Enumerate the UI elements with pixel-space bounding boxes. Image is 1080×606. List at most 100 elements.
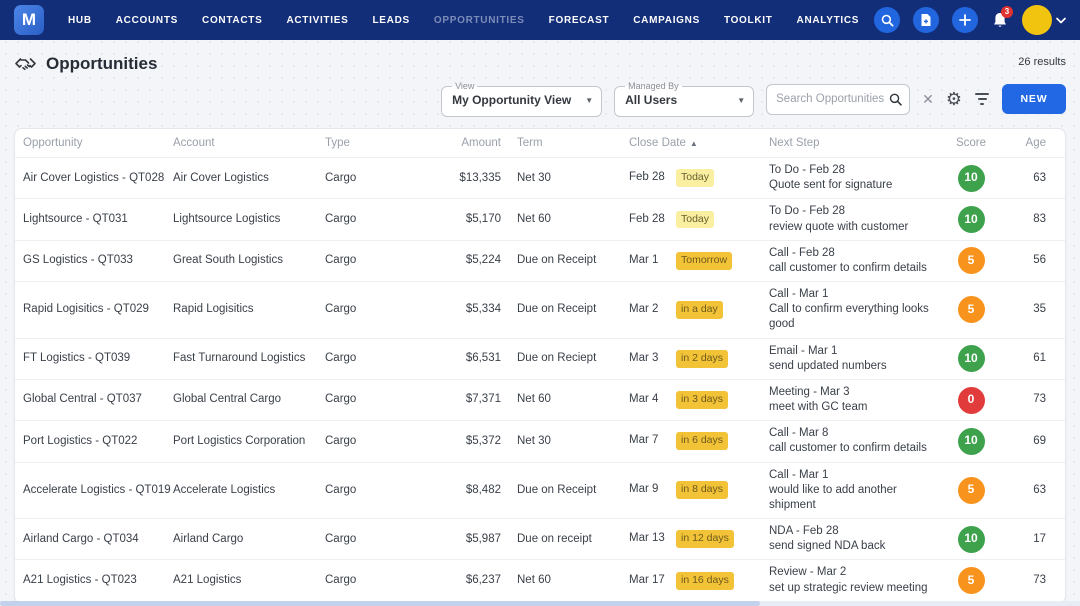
- term-cell: Net 30: [517, 171, 629, 186]
- managed-by-select-value: All Users: [625, 93, 677, 107]
- col-header-opportunity[interactable]: Opportunity: [23, 137, 173, 149]
- add-new-button[interactable]: [952, 7, 978, 33]
- account-cell: A21 Logistics: [173, 573, 325, 588]
- opportunity-cell[interactable]: Air Cover Logistics - QT028: [23, 171, 173, 186]
- type-cell: Cargo: [325, 212, 437, 227]
- next-step-cell: Call - Mar 1 Call to confirm everything …: [769, 287, 939, 333]
- gear-icon[interactable]: ⚙: [946, 90, 962, 108]
- close-date-value: Mar 7: [629, 433, 676, 448]
- score-badge[interactable]: 5: [958, 296, 985, 323]
- close-date-badge: Tomorrow: [676, 252, 732, 270]
- top-nav: M HUB ACCOUNTS CONTACTS ACTIVITIES LEADS…: [0, 0, 1080, 40]
- opportunities-table: Opportunity Account Type Amount Term Clo…: [14, 128, 1066, 604]
- score-badge[interactable]: 5: [958, 567, 985, 594]
- table-row[interactable]: Airland Cargo - QT034 Airland Cargo Carg…: [15, 518, 1065, 559]
- score-badge[interactable]: 10: [958, 165, 985, 192]
- opportunity-cell[interactable]: Airland Cargo - QT034: [23, 532, 173, 547]
- table-row[interactable]: GS Logistics - QT033 Great South Logisti…: [15, 240, 1065, 281]
- next-step-title: Call - Mar 1: [769, 287, 939, 302]
- table-row[interactable]: Global Central - QT037 Global Central Ca…: [15, 379, 1065, 420]
- next-step-cell: Review - Mar 2 set up strategic review m…: [769, 565, 939, 595]
- scrollbar-thumb[interactable]: [0, 601, 760, 606]
- nav-item-leads[interactable]: LEADS: [372, 15, 409, 26]
- opportunity-cell[interactable]: Rapid Logisitics - QT029: [23, 302, 173, 317]
- notification-count-badge: 3: [1001, 6, 1013, 18]
- age-cell: 17: [1003, 532, 1059, 547]
- table-header-row: Opportunity Account Type Amount Term Clo…: [15, 129, 1065, 158]
- user-menu[interactable]: [1022, 5, 1066, 35]
- type-cell: Cargo: [325, 532, 437, 547]
- app-logo[interactable]: M: [14, 5, 44, 35]
- opportunity-cell[interactable]: Lightsource - QT031: [23, 212, 173, 227]
- table-body: Air Cover Logistics - QT028 Air Cover Lo…: [15, 158, 1065, 604]
- table-row[interactable]: FT Logistics - QT039 Fast Turnaround Log…: [15, 338, 1065, 379]
- account-cell: Great South Logistics: [173, 253, 325, 268]
- score-cell: 10: [939, 206, 1003, 233]
- amount-cell: $6,531: [437, 351, 517, 366]
- new-opportunity-button[interactable]: NEW: [1002, 84, 1066, 114]
- col-header-account[interactable]: Account: [173, 137, 325, 149]
- table-row[interactable]: Air Cover Logistics - QT028 Air Cover Lo…: [15, 158, 1065, 198]
- table-row[interactable]: A21 Logistics - QT023 A21 Logistics Carg…: [15, 559, 1065, 600]
- search-input[interactable]: [776, 93, 889, 105]
- next-step-title: To Do - Feb 28: [769, 204, 939, 219]
- new-document-button[interactable]: [913, 7, 939, 33]
- managed-by-select[interactable]: Managed By All Users ▼: [614, 81, 754, 117]
- col-header-type[interactable]: Type: [325, 137, 437, 149]
- clear-search-icon[interactable]: ✕: [922, 92, 934, 106]
- score-badge[interactable]: 10: [958, 345, 985, 372]
- view-select[interactable]: View My Opportunity View ▼: [441, 81, 602, 117]
- close-date-cell: Mar 13in 12 days: [629, 530, 769, 548]
- col-header-amount[interactable]: Amount: [437, 137, 517, 149]
- score-badge[interactable]: 5: [958, 477, 985, 504]
- score-badge[interactable]: 0: [958, 387, 985, 414]
- score-badge[interactable]: 10: [958, 526, 985, 553]
- term-cell: Due on receipt: [517, 532, 629, 547]
- col-header-close-date[interactable]: Close Date▲: [629, 137, 769, 149]
- opportunity-cell[interactable]: Port Logistics - QT022: [23, 434, 173, 449]
- opportunity-cell[interactable]: GS Logistics - QT033: [23, 253, 173, 268]
- close-date-value: Mar 2: [629, 302, 676, 317]
- nav-item-forecast[interactable]: FORECAST: [549, 15, 610, 26]
- opportunity-cell[interactable]: A21 Logistics - QT023: [23, 573, 173, 588]
- nav-item-contacts[interactable]: CONTACTS: [202, 15, 262, 26]
- col-header-age[interactable]: Age: [1003, 137, 1059, 149]
- next-step-title: Meeting - Mar 3: [769, 385, 939, 400]
- score-badge[interactable]: 5: [958, 247, 985, 274]
- opportunity-cell[interactable]: Global Central - QT037: [23, 392, 173, 407]
- view-select-value: My Opportunity View: [452, 93, 571, 107]
- nav-item-hub[interactable]: HUB: [68, 15, 92, 26]
- table-row[interactable]: Port Logistics - QT022 Port Logistics Co…: [15, 420, 1065, 461]
- score-badge[interactable]: 10: [958, 428, 985, 455]
- nav-item-opportunities[interactable]: OPPORTUNITIES: [434, 15, 525, 26]
- term-cell: Net 30: [517, 434, 629, 449]
- score-badge[interactable]: 10: [958, 206, 985, 233]
- nav-item-campaigns[interactable]: CAMPAIGNS: [633, 15, 700, 26]
- col-header-term[interactable]: Term: [517, 137, 629, 149]
- close-date-badge: in 16 days: [676, 572, 734, 590]
- table-row[interactable]: Lightsource - QT031 Lightsource Logistic…: [15, 198, 1065, 239]
- score-cell: 10: [939, 345, 1003, 372]
- next-step-note: review quote with customer: [769, 220, 939, 235]
- next-step-title: Call - Mar 8: [769, 426, 939, 441]
- nav-item-activities[interactable]: ACTIVITIES: [286, 15, 348, 26]
- global-search-button[interactable]: [874, 7, 900, 33]
- nav-item-analytics[interactable]: ANALYTICS: [797, 15, 860, 26]
- table-row[interactable]: Rapid Logisitics - QT029 Rapid Logisitic…: [15, 281, 1065, 338]
- nav-item-accounts[interactable]: ACCOUNTS: [116, 15, 178, 26]
- notifications-button[interactable]: 3: [991, 11, 1009, 30]
- table-row[interactable]: Accelerate Logistics - QT019 Accelerate …: [15, 462, 1065, 519]
- age-cell: 63: [1003, 483, 1059, 498]
- nav-item-toolkit[interactable]: TOOLKIT: [724, 15, 773, 26]
- nav-menu: HUB ACCOUNTS CONTACTS ACTIVITIES LEADS O…: [68, 15, 859, 26]
- opportunity-cell[interactable]: Accelerate Logistics - QT019: [23, 483, 173, 498]
- col-header-score[interactable]: Score: [939, 137, 1003, 149]
- controls-bar: View My Opportunity View ▼ Managed By Al…: [0, 80, 1080, 118]
- col-header-next-step[interactable]: Next Step: [769, 137, 939, 149]
- next-step-cell: Call - Mar 8 call customer to confirm de…: [769, 426, 939, 456]
- close-date-value: Mar 9: [629, 482, 676, 497]
- horizontal-scrollbar[interactable]: [0, 601, 1080, 606]
- filter-icon[interactable]: [974, 93, 990, 105]
- avatar[interactable]: [1022, 5, 1052, 35]
- opportunity-cell[interactable]: FT Logistics - QT039: [23, 351, 173, 366]
